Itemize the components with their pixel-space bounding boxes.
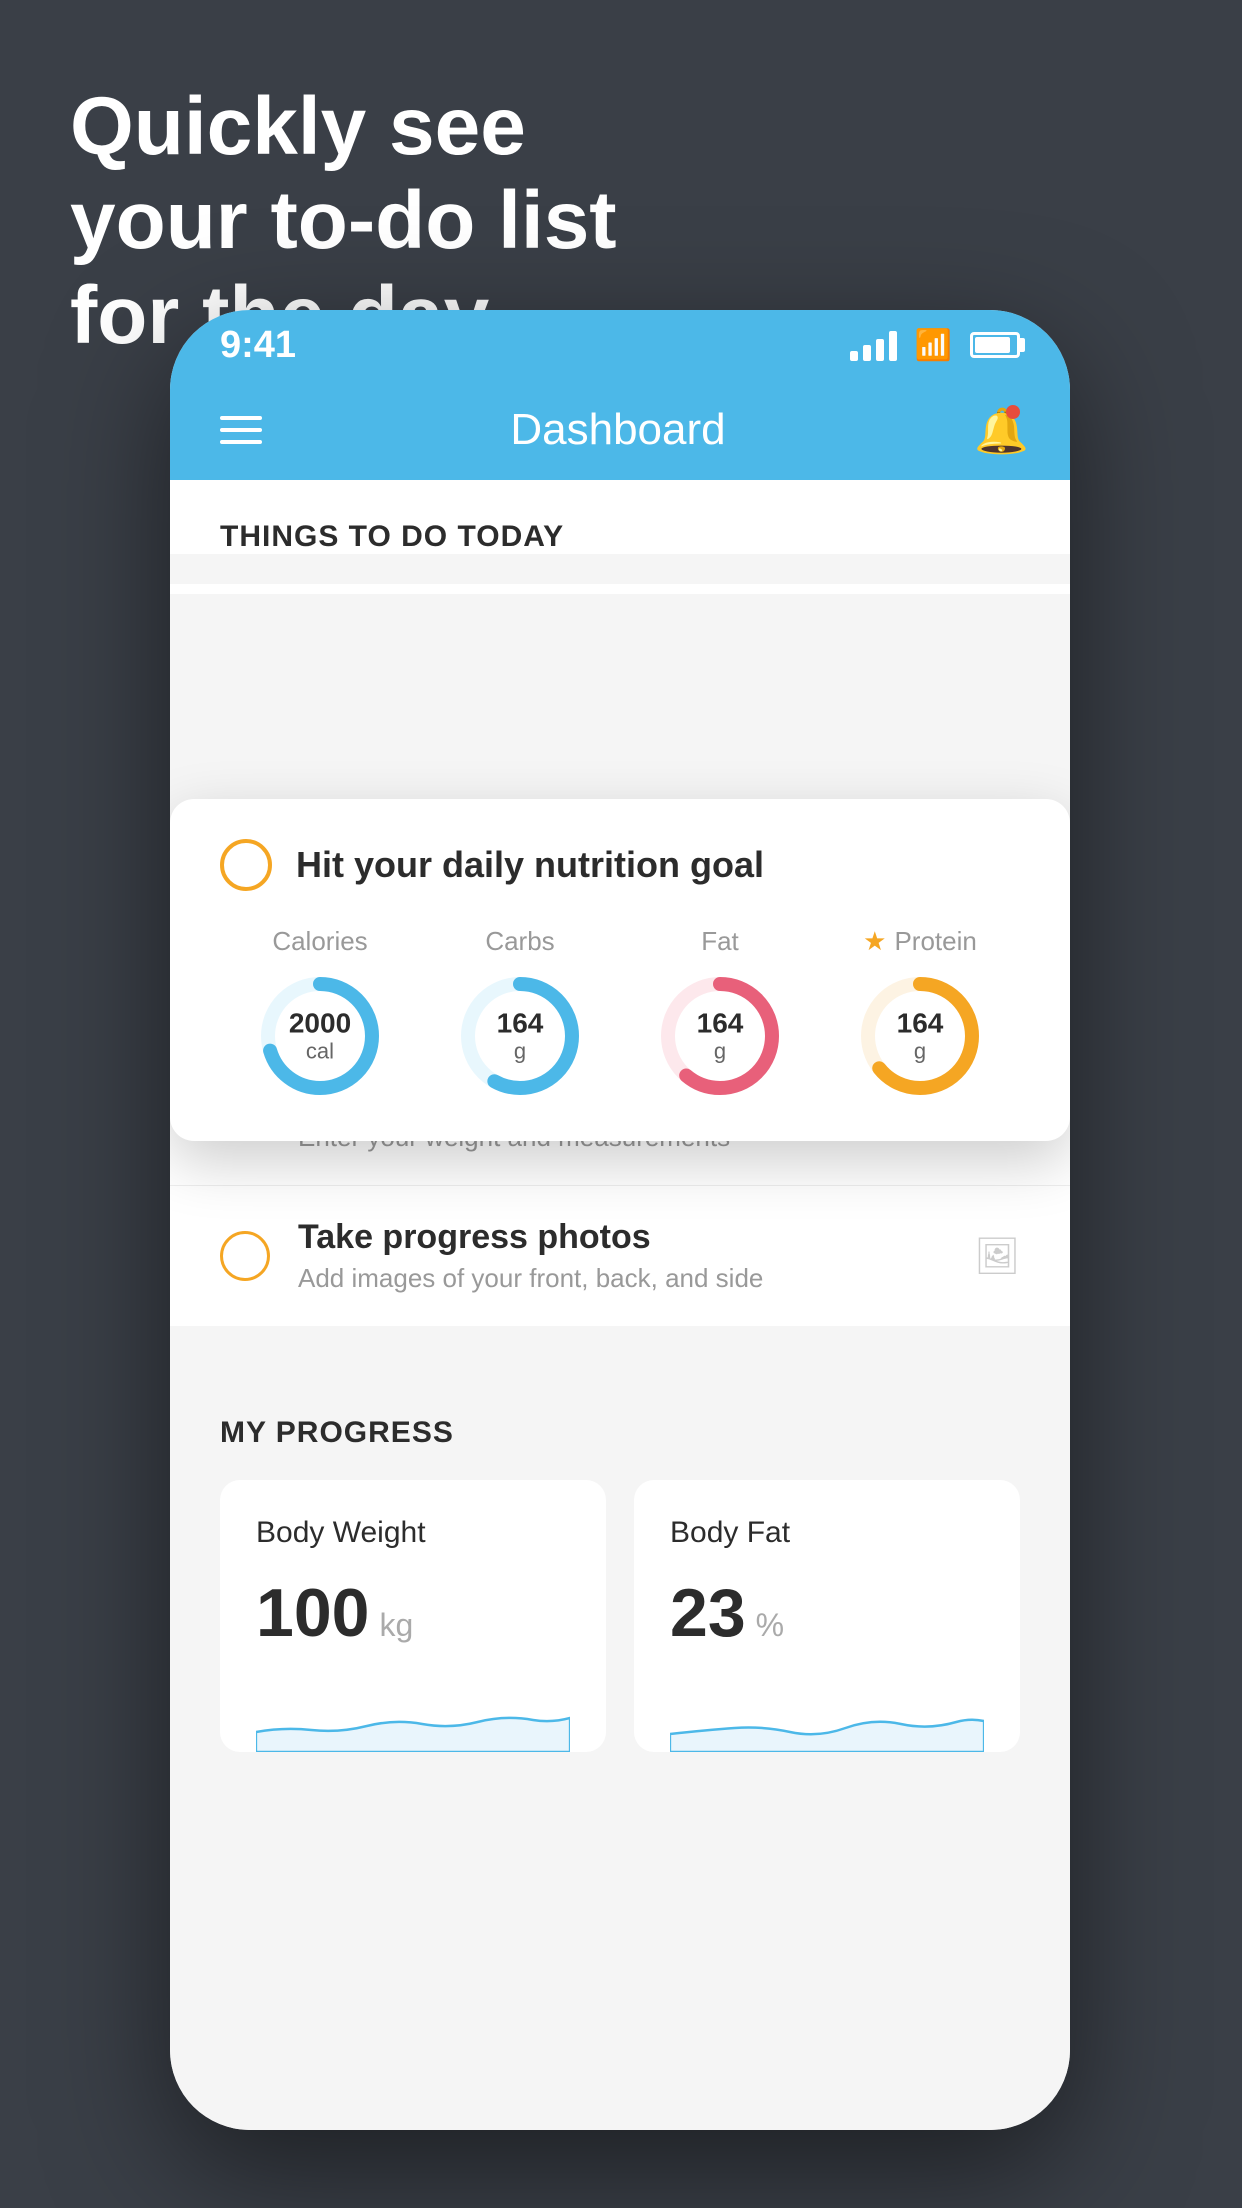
wifi-icon: 📶	[915, 328, 952, 363]
stat-calories-value: 2000	[289, 1009, 351, 1040]
stat-carbs-unit: g	[497, 1039, 544, 1063]
stat-protein-label: ★ Protein	[863, 926, 977, 957]
app-header: Dashboard 🔔	[170, 380, 1070, 480]
progress-card-weight-title: Body Weight	[256, 1516, 570, 1550]
progress-section: MY PROGRESS Body Weight 100 kg	[170, 1366, 1070, 1782]
progress-card-fat[interactable]: Body Fat 23 %	[634, 1480, 1020, 1752]
progress-fat-unit: %	[756, 1607, 784, 1644]
stat-fat-unit: g	[697, 1039, 744, 1063]
header-title: Dashboard	[510, 405, 725, 455]
progress-heading: MY PROGRESS	[220, 1416, 1020, 1450]
battery-icon	[970, 332, 1020, 358]
stat-calories-unit: cal	[289, 1039, 351, 1063]
stat-carbs: Carbs 164 g	[455, 926, 585, 1101]
stat-calories-label: Calories	[272, 926, 367, 957]
things-to-do-heading: THINGS TO DO TODAY	[220, 520, 1020, 554]
donut-protein: 164 g	[855, 971, 985, 1101]
nutrition-check-circle	[220, 839, 272, 891]
signal-icon	[850, 329, 897, 361]
stat-protein-unit: g	[897, 1039, 944, 1063]
nutrition-card-header: Hit your daily nutrition goal	[220, 839, 1020, 891]
status-time: 9:41	[220, 324, 296, 367]
status-bar: 9:41 📶	[170, 310, 1070, 380]
notification-bell-icon[interactable]: 🔔	[974, 405, 1020, 455]
progress-cards: Body Weight 100 kg Body Fat 23	[220, 1480, 1020, 1752]
stat-carbs-value: 164	[497, 1009, 544, 1040]
task-name-photos: Take progress photos	[298, 1218, 946, 1257]
donut-fat: 164 g	[655, 971, 785, 1101]
phone-mockup: 9:41 📶 Dashboard 🔔 THINGS TO DO TODAY	[170, 310, 1070, 2130]
stat-fat: Fat 164 g	[655, 926, 785, 1101]
progress-weight-value-row: 100 kg	[256, 1574, 570, 1652]
stat-fat-label: Fat	[701, 926, 739, 957]
stat-protein: ★ Protein 164 g	[855, 926, 985, 1101]
photo-icon: 🖼	[974, 1235, 1020, 1277]
progress-fat-value-row: 23 %	[670, 1574, 984, 1652]
main-content: THINGS TO DO TODAY Hit your daily nutrit…	[170, 480, 1070, 2130]
stat-carbs-label: Carbs	[485, 926, 554, 957]
menu-icon[interactable]	[220, 416, 262, 444]
nutrition-card-title: Hit your daily nutrition goal	[296, 844, 764, 886]
progress-weight-value: 100	[256, 1574, 369, 1652]
nutrition-card[interactable]: Hit your daily nutrition goal Calories	[170, 799, 1070, 1141]
stat-protein-value: 164	[897, 1009, 944, 1040]
stat-fat-value: 164	[697, 1009, 744, 1040]
fat-wave-chart	[670, 1672, 984, 1752]
weight-wave-chart	[256, 1672, 570, 1752]
progress-weight-unit: kg	[379, 1607, 413, 1644]
donut-carbs: 164 g	[455, 971, 585, 1101]
stat-calories: Calories 2000 cal	[255, 926, 385, 1101]
star-icon: ★	[863, 926, 886, 957]
status-icons: 📶	[850, 328, 1020, 363]
donut-calories: 2000 cal	[255, 971, 385, 1101]
progress-fat-value: 23	[670, 1574, 746, 1652]
progress-card-fat-title: Body Fat	[670, 1516, 984, 1550]
nutrition-stats: Calories 2000 cal	[220, 926, 1020, 1101]
task-item-photos[interactable]: Take progress photos Add images of your …	[170, 1186, 1070, 1326]
things-to-do-section: THINGS TO DO TODAY	[170, 480, 1070, 554]
task-sub-photos: Add images of your front, back, and side	[298, 1263, 946, 1294]
task-info-photos: Take progress photos Add images of your …	[298, 1218, 946, 1294]
task-circle-photos	[220, 1231, 270, 1281]
progress-card-weight[interactable]: Body Weight 100 kg	[220, 1480, 606, 1752]
